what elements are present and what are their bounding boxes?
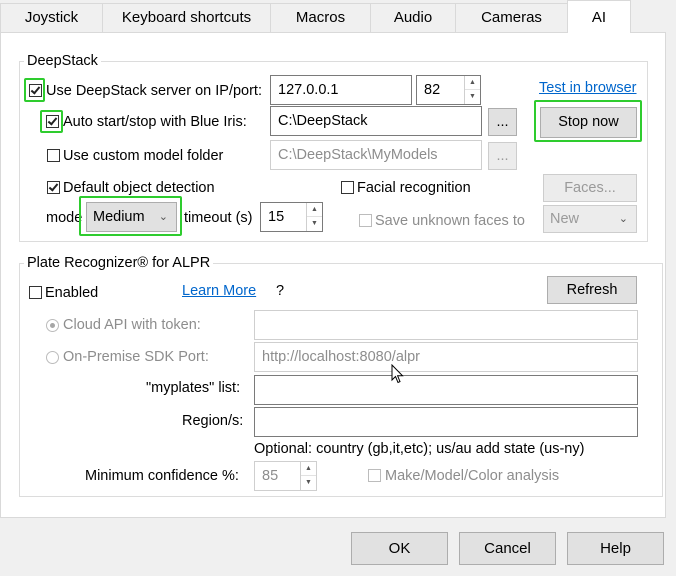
timeout-label: timeout (s) <box>184 210 253 226</box>
tab-macros[interactable]: Macros <box>270 3 371 32</box>
min-confidence-value: 85 <box>262 468 279 484</box>
port-stepper[interactable]: ▲ ▼ <box>464 76 480 104</box>
port-value: 82 <box>424 82 441 98</box>
highlight-box <box>40 110 63 133</box>
region-optional-note: Optional: country (gb,it,etc); us/au add… <box>254 441 585 457</box>
ip-field[interactable]: 127.0.0.1 <box>270 75 412 105</box>
cloud-api-label: Cloud API with token: <box>63 317 201 333</box>
myplates-field[interactable] <box>254 375 638 405</box>
make-model-color-checkbox[interactable] <box>368 469 381 482</box>
highlight-box <box>24 78 45 102</box>
facial-recognition-label: Facial recognition <box>357 180 471 196</box>
custom-model-path-field[interactable]: C:\DeepStack\MyModels <box>270 140 482 170</box>
spin-up-icon[interactable]: ▲ <box>301 462 316 476</box>
cloud-token-field[interactable] <box>254 310 638 340</box>
default-detection-label: Default object detection <box>63 180 215 196</box>
plate-recognizer-group-title: Plate Recognizer® for ALPR <box>24 254 214 272</box>
learn-more-link[interactable]: Learn More <box>182 282 256 300</box>
spin-up-icon[interactable]: ▲ <box>465 76 480 90</box>
chevron-down-icon: ⌄ <box>618 213 628 225</box>
browse-path-button[interactable]: ... <box>488 108 517 136</box>
plate-enabled-checkbox[interactable] <box>29 286 42 299</box>
plate-enabled-label: Enabled <box>45 285 99 301</box>
highlight-box <box>79 196 182 236</box>
save-unknown-faces-label: Save unknown faces to <box>375 213 525 229</box>
test-in-browser-link[interactable]: Test in browser <box>539 79 637 97</box>
min-confidence-label: Minimum confidence %: <box>85 468 239 484</box>
highlight-box <box>534 100 642 142</box>
save-unknown-faces-checkbox[interactable] <box>359 214 372 227</box>
on-premise-radio[interactable] <box>46 351 59 364</box>
deepstack-path-field[interactable]: C:\DeepStack <box>270 106 482 136</box>
faces-button[interactable]: Faces... <box>543 174 637 202</box>
default-detection-checkbox[interactable] <box>47 181 60 194</box>
help-question-icon[interactable]: ? <box>276 282 284 300</box>
browse-custom-model-button[interactable]: ... <box>488 142 517 170</box>
ok-button[interactable]: OK <box>351 532 448 565</box>
make-model-color-label: Make/Model/Color analysis <box>385 468 560 484</box>
mouse-cursor-icon <box>391 364 404 384</box>
region-label: Region/s: <box>182 413 244 429</box>
refresh-button[interactable]: Refresh <box>547 276 637 304</box>
spin-down-icon[interactable]: ▼ <box>307 217 322 231</box>
help-button[interactable]: Help <box>567 532 664 565</box>
timeout-value: 15 <box>268 209 285 225</box>
save-faces-folder-value: New <box>550 211 580 227</box>
region-field[interactable] <box>254 407 638 437</box>
tab-ai[interactable]: AI <box>567 0 631 33</box>
spin-down-icon[interactable]: ▼ <box>465 90 480 104</box>
tab-strip: Joystick Keyboard shortcuts Macros Audio… <box>0 0 676 33</box>
tab-audio[interactable]: Audio <box>370 3 456 32</box>
spin-up-icon[interactable]: ▲ <box>307 203 322 217</box>
on-premise-port-field[interactable]: http://localhost:8080/alpr <box>254 342 638 372</box>
save-faces-folder-select[interactable]: New ⌄ <box>543 205 637 233</box>
myplates-label: "myplates" list: <box>146 380 241 396</box>
tab-cameras[interactable]: Cameras <box>455 3 568 32</box>
tab-joystick[interactable]: Joystick <box>0 3 103 32</box>
min-confidence-stepper[interactable]: ▲ ▼ <box>300 462 316 490</box>
deepstack-group-title: DeepStack <box>24 52 101 70</box>
mode-label: mode <box>46 210 83 226</box>
facial-recognition-checkbox[interactable] <box>341 181 354 194</box>
custom-model-checkbox[interactable] <box>47 149 60 162</box>
tab-keyboard-shortcuts[interactable]: Keyboard shortcuts <box>102 3 271 32</box>
timeout-stepper[interactable]: ▲ ▼ <box>306 203 322 231</box>
use-deepstack-label: Use DeepStack server on IP/port: <box>46 83 262 99</box>
cloud-api-radio[interactable] <box>46 319 59 332</box>
custom-model-label: Use custom model folder <box>63 148 224 164</box>
spin-down-icon[interactable]: ▼ <box>301 476 316 490</box>
on-premise-label: On-Premise SDK Port: <box>63 349 209 365</box>
cancel-button[interactable]: Cancel <box>459 532 556 565</box>
auto-start-label: Auto start/stop with Blue Iris: <box>63 114 247 130</box>
